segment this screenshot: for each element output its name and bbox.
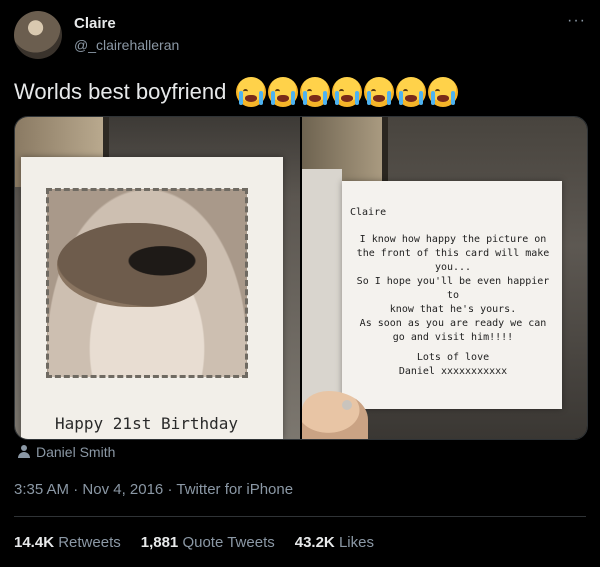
separator: · bbox=[73, 481, 79, 498]
crying-emoji-icon bbox=[364, 77, 395, 107]
quotes-label: Quote Tweets bbox=[182, 534, 275, 551]
retweets-count: 14.4K bbox=[14, 534, 55, 551]
birthday-card-inside: Claire I know how happy the picture on t… bbox=[342, 181, 562, 409]
author-name[interactable]: Claire bbox=[74, 15, 116, 32]
crying-emoji-icon bbox=[332, 77, 363, 107]
likes-label: Likes bbox=[338, 534, 374, 551]
card-caption: Happy 21st Birthday bbox=[55, 414, 239, 433]
likes-stat[interactable]: 43.2K Likes bbox=[295, 534, 374, 551]
crying-emoji-icon bbox=[268, 77, 299, 107]
engagement-stats: 14.4K Retweets 1,881 Quote Tweets 43.2K … bbox=[14, 534, 374, 551]
divider bbox=[14, 516, 586, 517]
emoji-group bbox=[236, 77, 459, 107]
birthday-card-front: Happy 21st Birthday bbox=[21, 157, 283, 439]
tweet-source[interactable]: Twitter for iPhone bbox=[176, 481, 293, 498]
tweet-text: Worlds best boyfriend bbox=[14, 77, 459, 107]
tweet-time[interactable]: 3:35 AM bbox=[14, 481, 69, 498]
crying-emoji-icon bbox=[300, 77, 331, 107]
tweet-metadata: 3:35 AM · Nov 4, 2016 · Twitter for iPho… bbox=[14, 481, 293, 498]
likes-count: 43.2K bbox=[294, 534, 335, 551]
tagged-user-name[interactable]: Daniel Smith bbox=[36, 444, 115, 460]
retweets-label: Retweets bbox=[58, 534, 121, 551]
crying-emoji-icon bbox=[428, 77, 459, 107]
author-handle[interactable]: @_clairehalleran bbox=[74, 37, 179, 53]
tagged-user[interactable]: Daniel Smith bbox=[18, 444, 115, 460]
pug-picture bbox=[46, 188, 248, 378]
quotes-count: 1,881 bbox=[140, 534, 179, 551]
photo-card-inside[interactable]: Claire I know how happy the picture on t… bbox=[302, 117, 587, 439]
card-flap bbox=[302, 169, 342, 409]
card-message: I know how happy the picture on the fron… bbox=[356, 234, 550, 343]
media-grid: Happy 21st Birthday Claire I know how ha… bbox=[14, 116, 588, 440]
quote-tweets-stat[interactable]: 1,881 Quote Tweets bbox=[141, 534, 275, 551]
person-icon bbox=[18, 445, 30, 459]
crying-emoji-icon bbox=[236, 77, 267, 107]
photo-card-front[interactable]: Happy 21st Birthday bbox=[15, 117, 300, 439]
fingernail bbox=[342, 400, 352, 410]
more-options-icon[interactable]: ··· bbox=[567, 12, 586, 30]
card-signoff: Lots of love Daniel xxxxxxxxxxx bbox=[398, 352, 508, 377]
tweet-text-content: Worlds best boyfriend bbox=[14, 79, 227, 104]
crying-emoji-icon bbox=[396, 77, 427, 107]
separator: · bbox=[167, 481, 173, 498]
card-recipient: Claire bbox=[350, 207, 387, 218]
avatar[interactable] bbox=[14, 11, 62, 59]
tweet-date[interactable]: Nov 4, 2016 bbox=[82, 481, 163, 498]
pug-puppy bbox=[57, 223, 207, 307]
retweets-stat[interactable]: 14.4K Retweets bbox=[14, 534, 121, 551]
